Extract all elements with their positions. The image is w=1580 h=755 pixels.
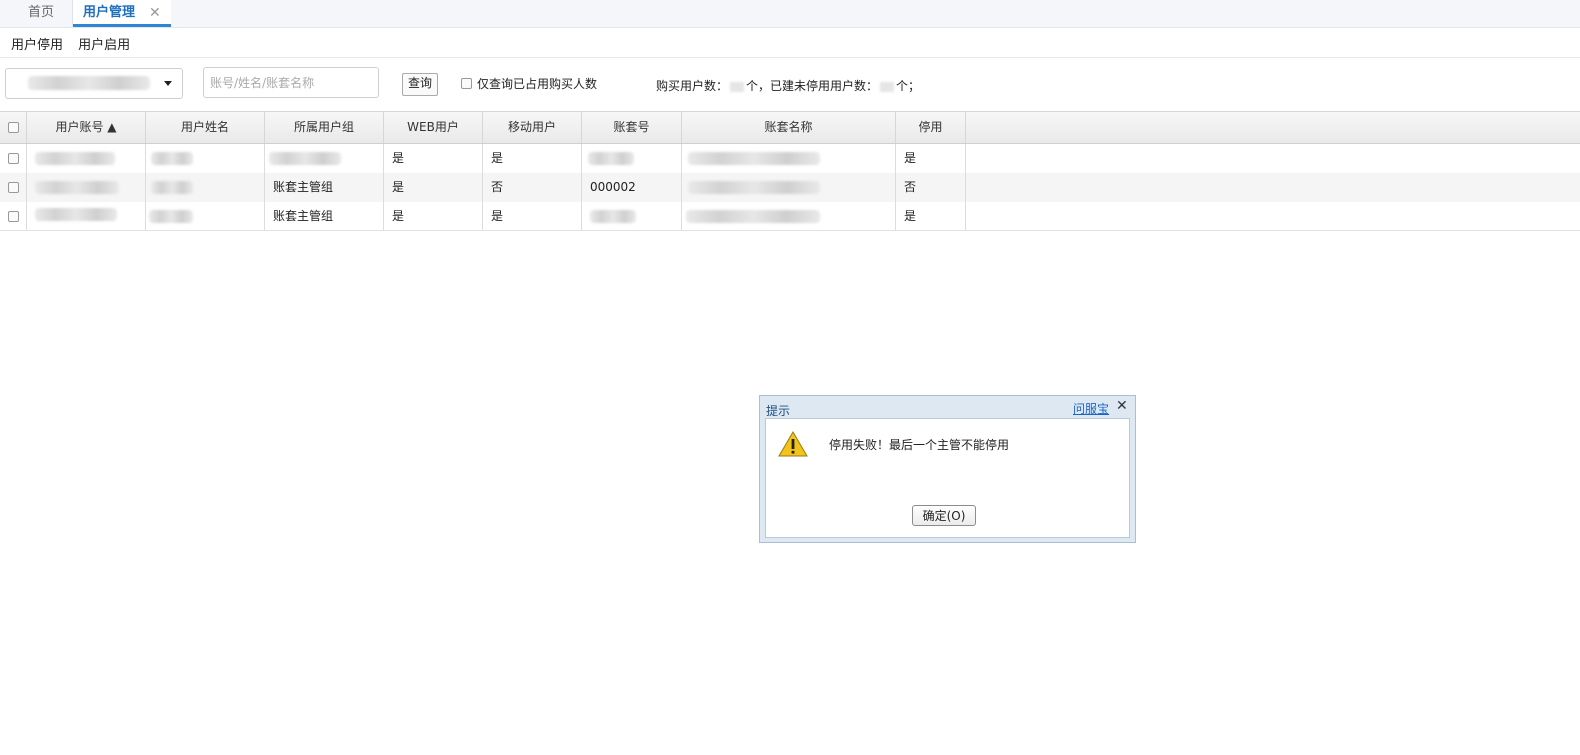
cell-account: [27, 173, 146, 202]
dialog-body: 停用失败！最后一个主管不能停用 确定(O): [765, 418, 1130, 538]
column-header-web[interactable]: WEB用户: [384, 112, 483, 143]
warning-icon: [778, 431, 808, 457]
row-checkbox[interactable]: [8, 182, 19, 193]
count-prefix: 购买用户数：: [656, 79, 729, 93]
cell-web: 是: [384, 202, 483, 231]
table-row[interactable]: 账套主管组 是 否 000002 否: [0, 173, 1580, 202]
cell-mobile: 是: [483, 202, 582, 231]
redacted-value: [588, 152, 634, 165]
active-tab-indicator: [73, 24, 171, 27]
enable-user-button[interactable]: 用户启用: [78, 38, 130, 53]
column-header-mobile[interactable]: 移动用户: [483, 112, 582, 143]
search-input[interactable]: [203, 67, 379, 98]
tab-bar: 首页 用户管理 ✕: [0, 0, 1580, 28]
column-header-account[interactable]: 用户账号 ▲: [27, 112, 146, 143]
tab-user-management[interactable]: 用户管理 ✕: [72, 0, 171, 27]
cell-mobile: 否: [483, 173, 582, 202]
action-toolbar: 用户停用 用户启用: [11, 34, 141, 53]
only-occupied-checkbox[interactable]: [461, 78, 472, 89]
cell-disabled: 否: [896, 173, 966, 202]
row-checkbox[interactable]: [8, 153, 19, 164]
row-checkbox[interactable]: [8, 211, 19, 222]
redacted-value: [35, 181, 119, 194]
select-all-cell: [0, 112, 27, 143]
account-set-select[interactable]: [5, 68, 183, 99]
redacted-value: [149, 210, 193, 223]
close-icon[interactable]: ✕: [1116, 398, 1128, 414]
redacted-value: [35, 208, 117, 221]
alert-dialog: 提示 问服宝 ✕ 停用失败！最后一个主管不能停用 确定(O): [759, 395, 1136, 543]
tab-user-management-label: 用户管理: [83, 5, 136, 20]
disable-user-button[interactable]: 用户停用: [11, 38, 63, 53]
redacted-value: [880, 81, 895, 92]
cell-web: 是: [384, 173, 483, 202]
row-select-cell: [0, 202, 27, 231]
redacted-value: [151, 181, 193, 194]
count-suffix: 个；: [896, 79, 921, 93]
table-header: 用户账号 ▲ 用户姓名 所属用户组 WEB用户 移动用户 账套号 账套名称 停用: [0, 112, 1580, 144]
help-link[interactable]: 问服宝: [1073, 400, 1109, 417]
redacted-value: [28, 76, 150, 90]
cell-group: 账套主管组: [265, 173, 384, 202]
cell-group: 账套主管组: [265, 202, 384, 231]
column-header-group[interactable]: 所属用户组: [265, 112, 384, 143]
only-occupied-label: 仅查询已占用购买人数: [477, 77, 598, 91]
cell-set-no: 000002: [582, 173, 682, 202]
cell-set-no: [582, 144, 682, 173]
tab-home[interactable]: 首页: [28, 0, 54, 27]
redacted-value: [590, 210, 636, 223]
cell-set-name: [682, 202, 896, 231]
column-header-set-name[interactable]: 账套名称: [682, 112, 896, 143]
column-header-disabled[interactable]: 停用: [896, 112, 966, 143]
cell-mobile: 是: [483, 144, 582, 173]
cell-account: [27, 202, 146, 231]
select-all-checkbox[interactable]: [8, 122, 19, 133]
column-header-set-no[interactable]: 账套号: [582, 112, 682, 143]
cell-name: [146, 144, 265, 173]
table-row[interactable]: 是 是 是: [0, 144, 1580, 173]
close-icon[interactable]: ✕: [149, 0, 161, 26]
cell-web: 是: [384, 144, 483, 173]
count-mid: 个，已建未停用用户数：: [746, 79, 879, 93]
cell-set-name: [682, 144, 896, 173]
cell-disabled: 是: [896, 202, 966, 231]
cell-disabled: 是: [896, 144, 966, 173]
row-select-cell: [0, 144, 27, 173]
column-header-name[interactable]: 用户姓名: [146, 112, 265, 143]
dialog-message: 停用失败！最后一个主管不能停用: [829, 438, 1010, 452]
cell-name: [146, 173, 265, 202]
dialog-title: 提示: [766, 404, 791, 418]
divider: [0, 230, 1580, 231]
table-row[interactable]: 账套主管组 是 是 是: [0, 202, 1580, 231]
redacted-value: [151, 152, 193, 165]
redacted-value: [686, 210, 820, 223]
cell-set-no: [582, 202, 682, 231]
query-button[interactable]: 查询: [402, 73, 438, 96]
redacted-value: [269, 152, 341, 165]
user-count-summary: 购买用户数： 个，已建未停用用户数： 个；: [656, 77, 920, 94]
cell-set-name: [682, 173, 896, 202]
cell-name: [146, 202, 265, 231]
redacted-value: [730, 81, 745, 92]
redacted-value: [688, 181, 820, 194]
divider: [0, 57, 1580, 58]
dropdown-arrow-icon[interactable]: [164, 81, 172, 86]
redacted-value: [35, 152, 115, 165]
redacted-value: [688, 152, 820, 165]
cell-account: [27, 144, 146, 173]
row-select-cell: [0, 173, 27, 202]
ok-button[interactable]: 确定(O): [912, 505, 976, 526]
